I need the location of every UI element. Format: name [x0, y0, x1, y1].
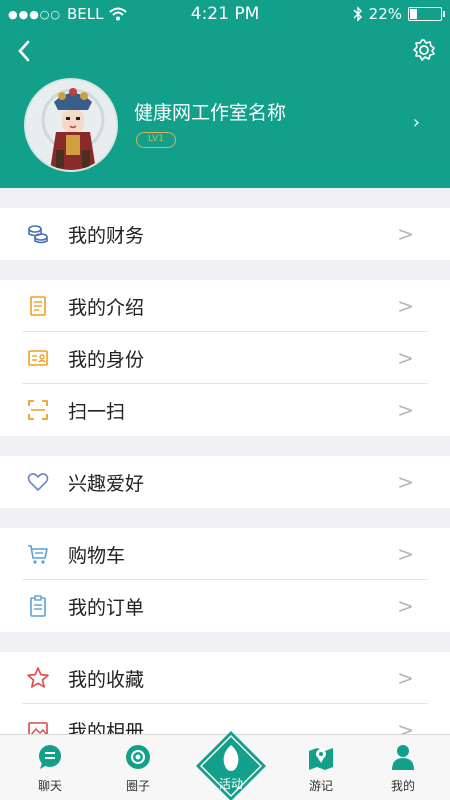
level-badge: LV1 [136, 132, 176, 148]
menu-item-identity[interactable]: 我的身份 > [0, 332, 450, 384]
id-card-icon [28, 350, 48, 366]
tab-label: 活动 [218, 777, 243, 791]
chevron-right-icon: > [397, 294, 414, 318]
menu-item-label: 我的财务 [68, 224, 145, 247]
chevron-right-icon: > [397, 666, 414, 690]
menu-item-intro[interactable]: 我的介绍 > [0, 280, 450, 332]
menu-list: 我的财务 > 我的介绍 > 我的身份 > 扫一扫 > 兴趣爱好 > 购物车 > … [0, 188, 450, 756]
menu-item-scan[interactable]: 扫一扫 > [0, 384, 450, 436]
menu-item-favorites[interactable]: 我的收藏 > [0, 652, 450, 704]
menu-item-hobbies[interactable]: 兴趣爱好 > [0, 456, 450, 508]
menu-group-identity: 我的介绍 > 我的身份 > 扫一扫 > [0, 280, 450, 436]
coins-icon [28, 225, 48, 244]
tab-bar: 聊天 圈子 活动 游记 我的 [0, 731, 450, 800]
heart-icon [27, 473, 49, 491]
profile-header: 健康网工作室名称 LV1 › [0, 28, 450, 188]
menu-item-label: 我的收藏 [68, 668, 145, 691]
menu-item-label: 我的订单 [68, 596, 145, 619]
chevron-right-icon: > [397, 542, 414, 566]
menu-group-finance: 我的财务 > [0, 208, 450, 260]
tab-label: 聊天 [37, 779, 62, 793]
menu-item-label: 我的介绍 [68, 296, 145, 319]
menu-item-finance[interactable]: 我的财务 > [0, 208, 450, 260]
tab-chat[interactable]: 聊天 [15, 743, 85, 794]
cart-icon [28, 545, 48, 564]
menu-group-shopping: 购物车 > 我的订单 > [0, 528, 450, 632]
clipboard-icon [30, 595, 46, 617]
scan-icon [28, 400, 48, 420]
back-icon[interactable] [12, 36, 38, 66]
status-bar: ●●●○○ BELL 4:21 PM 22% [0, 0, 450, 28]
chevron-right-icon: > [397, 398, 414, 422]
circle-icon [126, 745, 150, 769]
tab-label: 我的 [390, 779, 415, 793]
document-icon [30, 296, 46, 316]
tab-travel[interactable]: 游记 [286, 743, 356, 794]
menu-item-label: 购物车 [68, 544, 126, 567]
chevron-right-icon: > [397, 222, 414, 246]
menu-item-label: 兴趣爱好 [68, 472, 145, 495]
star-icon [27, 667, 49, 688]
menu-item-label: 扫一扫 [68, 400, 126, 423]
battery-fill [410, 9, 418, 19]
avatar[interactable] [24, 78, 118, 172]
chevron-right-icon: > [397, 470, 414, 494]
tab-label: 圈子 [125, 779, 150, 793]
studio-name: 健康网工作室名称 [134, 102, 287, 124]
chevron-right-icon: > [397, 594, 414, 618]
avatar-image [29, 83, 116, 170]
menu-item-label: 我的身份 [68, 348, 145, 371]
bluetooth-icon [353, 6, 362, 22]
battery-icon [408, 7, 445, 21]
tab-me[interactable]: 我的 [368, 743, 438, 794]
chevron-right-icon: > [397, 346, 414, 370]
battery-percent: 22% [368, 5, 402, 23]
menu-item-cart[interactable]: 购物车 > [0, 528, 450, 580]
map-icon [309, 748, 333, 770]
gear-icon[interactable] [412, 38, 436, 62]
chat-icon [39, 745, 61, 769]
tab-activity[interactable]: 活动 [196, 731, 266, 800]
tab-circle[interactable]: 圈子 [103, 743, 173, 794]
menu-item-orders[interactable]: 我的订单 > [0, 580, 450, 632]
person-icon [392, 745, 414, 770]
profile-chevron-icon[interactable]: › [413, 112, 420, 133]
menu-group-hobbies: 兴趣爱好 > [0, 456, 450, 508]
tab-label: 游记 [308, 779, 333, 793]
